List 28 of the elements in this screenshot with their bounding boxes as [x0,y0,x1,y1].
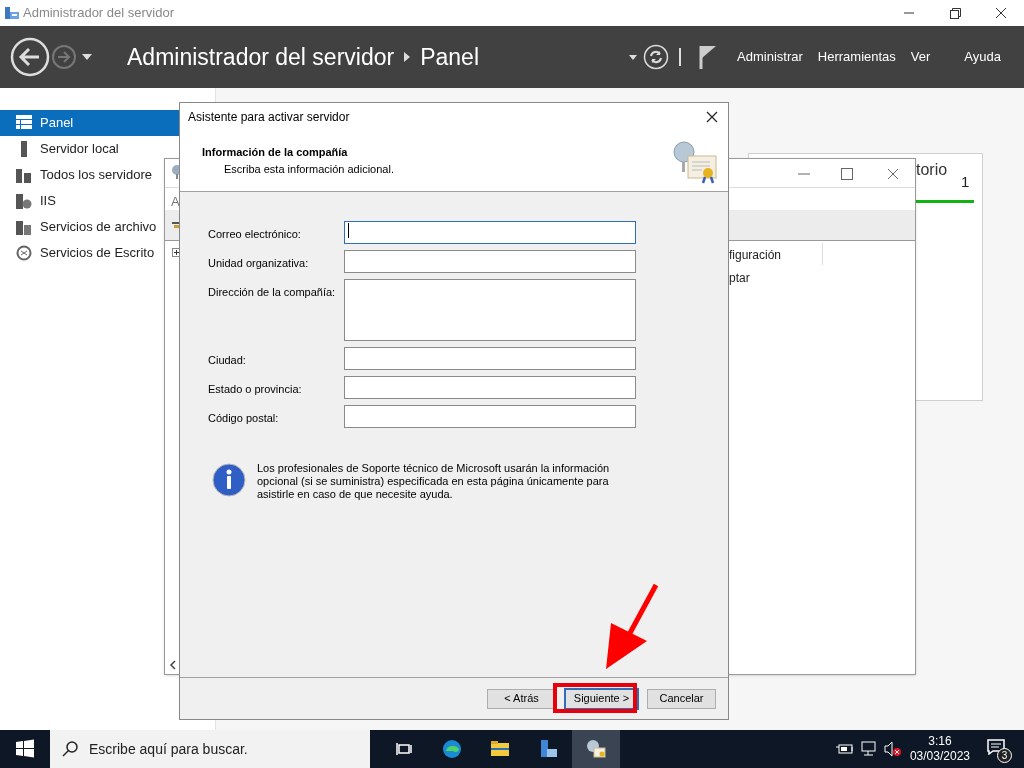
menu-item[interactable]: Ver [910,47,931,67]
wizard-button[interactable]: Cancelar [647,688,716,709]
tile-count: 1 [961,172,970,192]
field-label: Estado o provincia: [208,382,303,397]
search-field[interactable]: Escribe aquí para buscar. [50,730,370,768]
field-label: Unidad organizativa: [208,256,310,271]
clock[interactable]: 3:16 03/03/2023 [909,734,970,764]
list-cell-text: ptar [729,270,750,287]
menu-item[interactable]: Administrar [737,47,803,67]
notifications-button[interactable]: 3 [986,736,1012,762]
list-cell-text: figuración [729,247,782,264]
field-label: Dirección de la compañía: [208,285,337,300]
window-title: Administrador del servidor [23,4,174,23]
info-text: Los profesionales de Soporte técnico de Microsoft usarán la información opcional (si se suministra) especificada en esta página únicamente para asistirle en caso de que necesite ayuda. [257,462,611,501]
dialog-subtitle: Escriba esta información adicional. [223,161,394,177]
menu-item[interactable]: Ayuda [964,47,1001,67]
wizard-button[interactable]: Siguiente > [565,688,638,709]
toolbar-label: A [171,193,180,211]
field-label: Ciudad: [208,353,247,368]
breadcrumb-item[interactable]: Administrador del servidor [127,39,395,75]
dialog-heading: Información de la compañía [202,145,349,160]
tile-title: torio [916,160,948,180]
breadcrumb-item[interactable]: Panel [420,39,479,75]
field-label: Código postal: [208,411,280,426]
wizard-button[interactable]: < Atrás [487,688,556,709]
notification-count-badge: 3 [997,748,1012,763]
field-label: Correo electrónico: [208,227,302,242]
menu-item[interactable]: Herramientas [817,47,896,67]
